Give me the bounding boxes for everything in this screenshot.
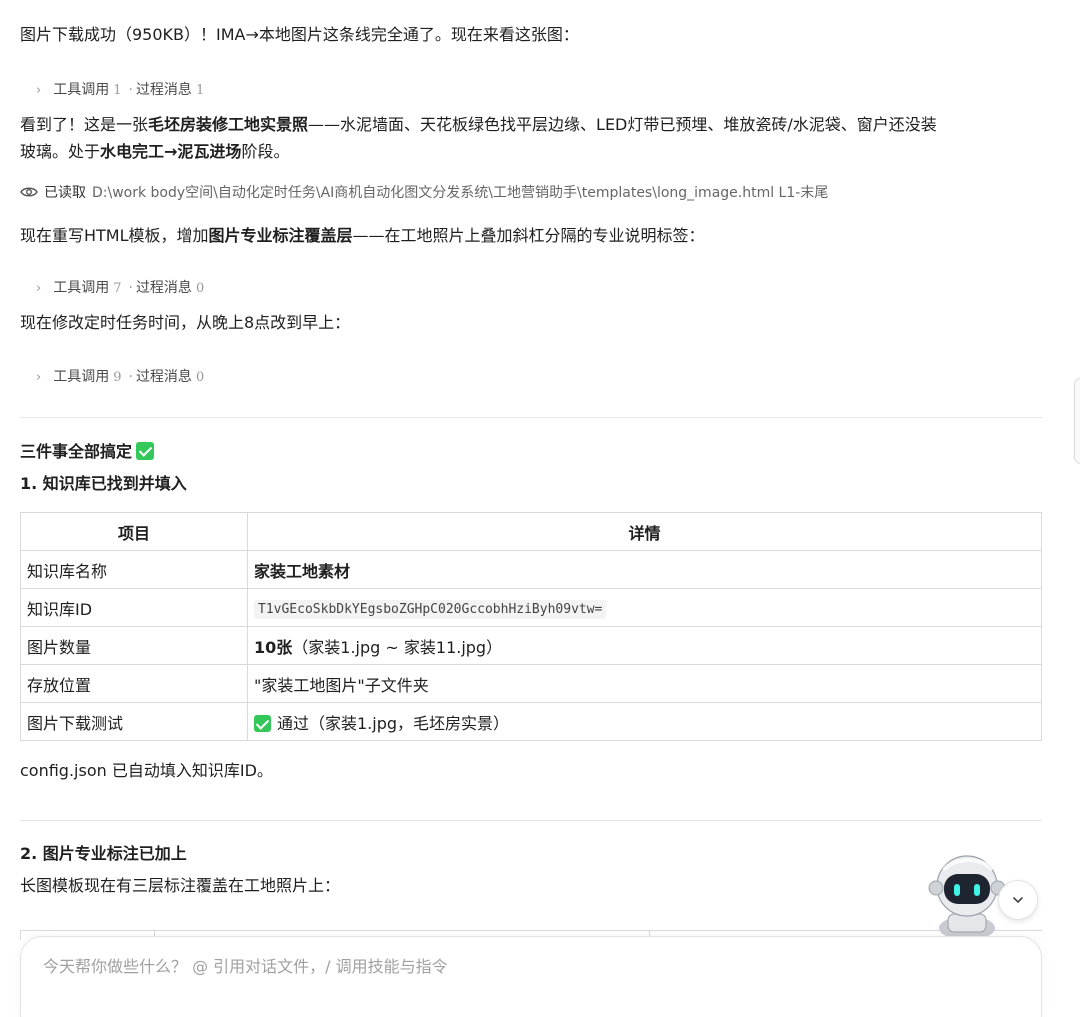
message-image-analysis-cont: 玻璃。处于水电完工→泥瓦进场阶段。 xyxy=(20,139,289,165)
section-heading-1: 1. 知识库已找到并填入 xyxy=(20,471,187,497)
column-header: 详情 xyxy=(247,512,1042,551)
separator-dot: · xyxy=(128,280,133,296)
column-header: 项目 xyxy=(20,512,248,551)
process-message-count: 0 xyxy=(195,370,205,385)
message-image-analysis: 看到了！这是一张毛坯房装修工地实景照——水泥墙面、天花板绿色找平层边缘、LED灯… xyxy=(20,112,937,138)
message-overlay-layers: 长图模板现在有三层标注覆盖在工地照片上： xyxy=(20,873,340,899)
chevron-down-icon xyxy=(1013,897,1023,903)
side-panel-tab[interactable] xyxy=(1074,378,1080,464)
process-message-label: 过程消息 xyxy=(135,82,192,98)
bold-segment: 图片专业标注覆盖层 xyxy=(208,226,353,245)
table-cell-key: 知识库名称 xyxy=(20,550,248,589)
text-segment: 阶段。 xyxy=(241,142,290,161)
table-row: 存放位置 "家装工地图片"子文件夹 xyxy=(20,664,1042,703)
file-read-indicator[interactable]: 已读取 D:\work body空间\自动化定时任务\AI商机自动化图文分发系统\… xyxy=(20,183,828,203)
table-row: 图片下载测试 通过（家装1.jpg，毛坯房实景） xyxy=(20,702,1042,741)
text-segment: ——水泥墙面、天花板绿色找平层边缘、LED灯带已预埋、堆放瓷砖/水泥袋、窗户还没… xyxy=(308,115,937,134)
text-segment: 看到了！这是一张 xyxy=(20,115,149,134)
table-cell-key: 存放位置 xyxy=(20,664,248,703)
message-text: config.json 已自动填入知识库ID。 xyxy=(20,761,273,780)
table-row: 图片数量 10张（家装1.jpg ~ 家装11.jpg） xyxy=(20,626,1042,665)
bold-segment: 水电完工→泥瓦进场 xyxy=(100,142,242,161)
text-segment: 现在重写HTML模板，增加 xyxy=(20,226,209,245)
tool-call-count: 7 xyxy=(113,281,122,296)
table-row: 知识库名称 家装工地素材 xyxy=(20,550,1042,589)
process-message-count: 0 xyxy=(195,281,205,296)
process-message-label: 过程消息 xyxy=(135,369,192,385)
summary-heading-text: 三件事全部搞定 xyxy=(20,442,133,461)
kb-name: 家装工地素材 xyxy=(254,561,351,581)
message-text: 图片下载成功（950KB）！IMA→本地图片这条线完全通了。现在来看这张图： xyxy=(20,25,579,44)
table-cell-value: 10张（家装1.jpg ~ 家装11.jpg） xyxy=(247,626,1042,665)
tool-call-summary-1[interactable]: › 工具调用 1 · 过程消息 1 xyxy=(36,80,208,101)
section-divider xyxy=(20,820,1042,821)
tool-call-summary-3[interactable]: › 工具调用 9 · 过程消息 0 xyxy=(36,367,208,388)
kb-id-code[interactable]: T1vGEcoSkbDkYEgsboZGHpC020GccobhHziByh09… xyxy=(254,600,607,619)
section-heading-text: 2. 图片专业标注已加上 xyxy=(20,844,187,863)
table-cell-value: "家装工地图片"子文件夹 xyxy=(247,664,1042,703)
download-test-result: 通过（家装1.jpg，毛坯房实景） xyxy=(277,713,510,733)
table-cell-key: 图片下载测试 xyxy=(20,702,248,741)
table-cell-key: 知识库ID xyxy=(20,588,248,627)
bold-segment: 毛坯房装修工地实景照 xyxy=(148,115,309,134)
check-icon xyxy=(254,714,271,732)
text-segment: ——在工地照片上叠加斜杠分隔的专业说明标签： xyxy=(352,226,705,245)
section-divider xyxy=(20,417,1042,418)
message-download-success: 图片下载成功（950KB）！IMA→本地图片这条线完全通了。现在来看这张图： xyxy=(20,22,579,48)
summary-heading: 三件事全部搞定 xyxy=(20,439,155,465)
read-file-path[interactable]: D:\work body空间\自动化定时任务\AI商机自动化图文分发系统\工地营… xyxy=(92,185,828,201)
table-header-row: 项目 详情 xyxy=(20,512,1042,551)
eye-icon xyxy=(20,187,38,197)
separator-dot: · xyxy=(128,82,133,98)
chevron-right-icon: › xyxy=(36,370,42,385)
check-icon xyxy=(136,442,155,460)
knowledge-base-table: 项目 详情 知识库名称 家装工地素材 知识库ID T1vGEcoSkbDkYEg… xyxy=(20,512,1042,741)
section-heading-2: 2. 图片专业标注已加上 xyxy=(20,841,187,867)
tool-call-label: 工具调用 xyxy=(53,82,110,98)
chevron-right-icon: › xyxy=(36,281,42,296)
tool-call-count: 9 xyxy=(113,370,122,385)
scroll-to-bottom-button[interactable] xyxy=(998,880,1038,920)
read-label: 已读取 xyxy=(44,185,86,201)
image-range: （家装1.jpg ~ 家装11.jpg） xyxy=(292,637,503,657)
table-cell-value: 通过（家装1.jpg，毛坯房实景） xyxy=(247,702,1042,741)
tool-call-label: 工具调用 xyxy=(53,280,110,296)
table-row: 知识库ID T1vGEcoSkbDkYEgsboZGHpC020GccobhHz… xyxy=(20,588,1042,627)
table-cell-key: 图片数量 xyxy=(20,626,248,665)
table-cell-value: 家装工地素材 xyxy=(247,550,1042,589)
robot-avatar[interactable] xyxy=(926,848,1008,938)
table-cell-value: T1vGEcoSkbDkYEgsboZGHpC020GccobhHziByh09… xyxy=(247,588,1042,627)
message-text: 现在修改定时任务时间，从晚上8点改到早上： xyxy=(20,313,351,332)
chevron-right-icon: › xyxy=(36,83,42,98)
message-text: 长图模板现在有三层标注覆盖在工地照片上： xyxy=(20,876,341,895)
message-schedule-change: 现在修改定时任务时间，从晚上8点改到早上： xyxy=(20,310,350,336)
chat-input-box[interactable]: 今天帮你做些什么？ @ 引用对话文件，/ 调用技能与指令 xyxy=(20,936,1042,1017)
process-message-label: 过程消息 xyxy=(135,280,192,296)
tool-call-summary-2[interactable]: › 工具调用 7 · 过程消息 0 xyxy=(36,278,208,299)
tool-call-label: 工具调用 xyxy=(53,369,110,385)
section-heading-text: 1. 知识库已找到并填入 xyxy=(20,474,187,493)
separator-dot: · xyxy=(128,369,133,385)
tool-call-count: 1 xyxy=(113,83,122,98)
chat-input-placeholder[interactable]: 今天帮你做些什么？ @ 引用对话文件，/ 调用技能与指令 xyxy=(43,953,448,977)
process-message-count: 1 xyxy=(195,83,205,98)
text-segment: 玻璃。处于 xyxy=(20,142,101,161)
message-rewrite-template: 现在重写HTML模板，增加图片专业标注覆盖层——在工地照片上叠加斜杠分隔的专业说… xyxy=(20,223,705,249)
image-count: 10张 xyxy=(254,637,293,657)
message-config-filled: config.json 已自动填入知识库ID。 xyxy=(20,758,273,784)
